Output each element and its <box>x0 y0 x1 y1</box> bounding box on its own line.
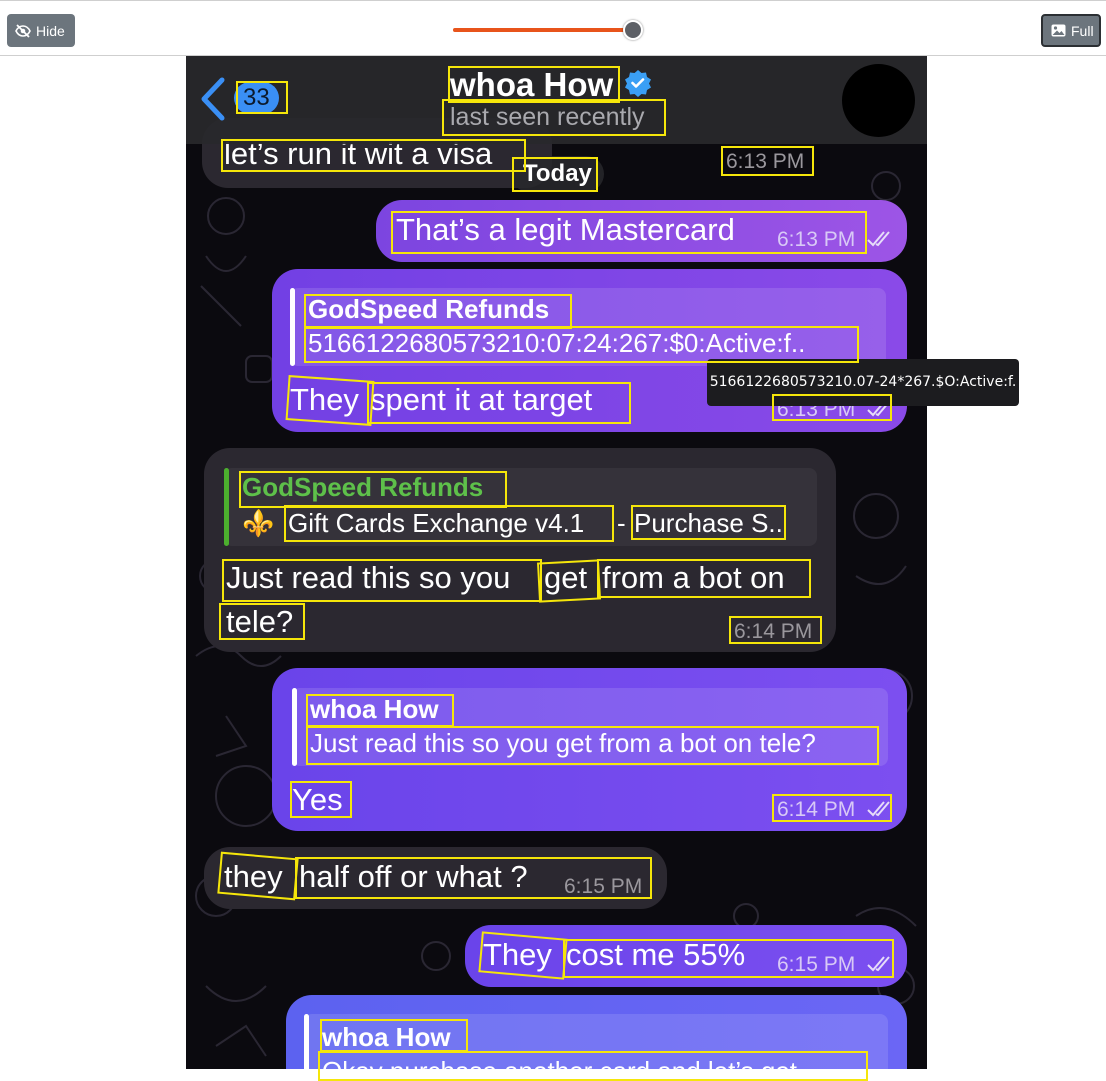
message-time: 6:14 PM <box>734 620 813 643</box>
reply-preview[interactable]: GodSpeed Refunds 5166122680573210:07:24:… <box>290 288 886 366</box>
message-text-part: They <box>483 937 552 972</box>
message-time: 6:13 PM <box>777 228 856 251</box>
unread-count-badge[interactable]: 33 <box>234 82 279 114</box>
reply-preview[interactable]: GodSpeed Refunds ⚜️ Gift Cards Exchange … <box>224 468 817 546</box>
hide-button[interactable]: Hide <box>7 14 75 47</box>
message-text-part: they <box>224 859 283 894</box>
message-text-part: get <box>544 560 588 595</box>
image-icon <box>1051 24 1066 37</box>
viewer-toolbar: Hide Full <box>0 0 1106 56</box>
reply-text-part: Gift Cards Exchange v4.1 <box>288 508 585 538</box>
reply-preview[interactable]: whoa How Just read this so you get from … <box>292 688 888 766</box>
message-time: 6:13 PM <box>726 150 805 173</box>
contact-name[interactable]: whoa How <box>450 66 613 104</box>
slider-thumb[interactable] <box>623 20 644 40</box>
reply-bar <box>304 1014 309 1069</box>
ocr-tooltip: 5166122680573210.07-24*267.$O:Active:f. <box>707 359 1019 406</box>
message-text: Yes <box>292 782 343 817</box>
reply-sender: whoa How <box>310 694 439 724</box>
message-time: 6:14 PM <box>777 798 856 821</box>
double-check-icon <box>867 231 890 247</box>
hide-button-label: Hide <box>36 22 65 39</box>
reply-text: 5166122680573210:07:24:267:$0:Active:f.. <box>308 328 806 358</box>
message-time: 6:15 PM <box>777 953 856 976</box>
message-text-part: tele? <box>226 604 294 639</box>
chat-header: 33 whoa How last seen recently <box>186 56 927 144</box>
eye-slash-icon <box>15 23 31 38</box>
message-text-part: from a bot on <box>602 560 785 595</box>
reply-text-part: Purchase S.. <box>634 508 783 538</box>
reply-emoji-icon: ⚜️ <box>242 508 275 538</box>
chevron-left-icon[interactable] <box>198 76 228 122</box>
message-text-part: half off or what ? <box>299 859 528 894</box>
reply-sender: GodSpeed Refunds <box>242 472 484 502</box>
message-text-part: Just read this so you <box>226 560 511 595</box>
avatar[interactable] <box>842 64 915 137</box>
double-check-icon <box>867 956 890 972</box>
message-text-part: spent it at target <box>370 382 593 417</box>
verified-badge-icon <box>625 70 651 97</box>
chat-screenshot: let’s run it wit a visa 6:13 PM Today Th… <box>186 56 927 1069</box>
reply-bar <box>224 468 229 546</box>
reply-separator: - <box>617 508 626 538</box>
slider-fill <box>453 28 634 32</box>
contact-status: last seen recently <box>450 103 645 131</box>
message-time: 6:15 PM <box>564 875 643 898</box>
date-separator: Today <box>511 156 604 192</box>
reply-sender: GodSpeed Refunds <box>308 294 550 324</box>
full-button-label: Full <box>1071 22 1094 39</box>
double-check-icon <box>867 801 890 817</box>
message-text-part: They <box>290 382 359 417</box>
reply-preview[interactable]: whoa How Okay purchase another card and … <box>304 1014 888 1069</box>
reply-sender: whoa How <box>322 1022 451 1052</box>
reply-text: Okay purchase another card and let’s get <box>322 1056 797 1069</box>
reply-bar <box>292 688 297 766</box>
message-text: That’s a legit Mastercard <box>396 212 735 247</box>
message-text-part: cost me 55% <box>566 937 746 972</box>
opacity-slider[interactable] <box>453 19 644 41</box>
reply-text: Just read this so you get from a bot on … <box>310 728 816 758</box>
full-button[interactable]: Full <box>1041 14 1101 47</box>
reply-bar <box>290 288 295 366</box>
